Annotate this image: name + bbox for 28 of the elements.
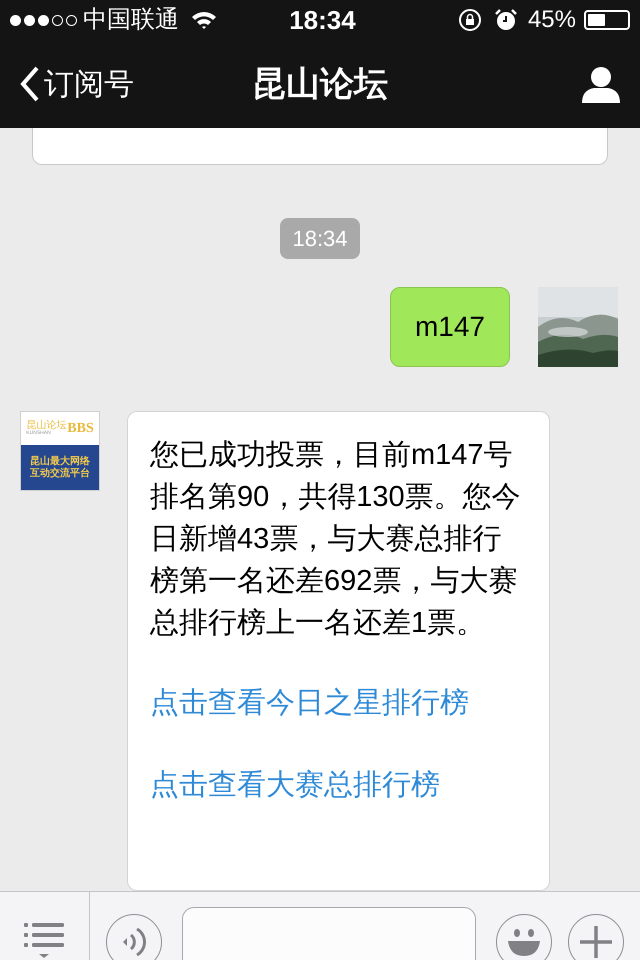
logo-slogan: 互动交流平台 <box>30 468 90 479</box>
battery-icon <box>584 10 630 30</box>
alarm-icon <box>494 8 518 32</box>
message-link[interactable]: 点击查看大赛总排行榜 <box>150 764 527 807</box>
battery-percent: 45% <box>528 5 576 35</box>
profile-icon[interactable] <box>582 65 620 103</box>
rotation-lock-icon <box>458 8 482 32</box>
clock-time: 18:34 <box>289 4 356 36</box>
message-text: 您已成功投票，目前m147号排名第90，共得130票。您今日新增43票，与大赛总排行榜第一名还差692票，与大赛总排行榜上一名还差1票。 <box>150 438 522 641</box>
logo-slogan: 昆山最大网络 <box>30 456 90 467</box>
chevron-left-icon <box>20 66 40 102</box>
wifi-icon <box>191 10 217 30</box>
outgoing-bubble: m147 <box>390 287 510 367</box>
back-button[interactable]: 订阅号 <box>20 62 134 106</box>
add-button[interactable] <box>568 914 624 960</box>
carrier-name: 中国联通 <box>83 5 179 35</box>
message-time: 18:34 <box>280 218 360 259</box>
chat-title: 昆山论坛 <box>252 64 388 104</box>
smiley-icon <box>506 926 542 956</box>
voice-button[interactable] <box>106 914 162 960</box>
message-link[interactable]: 点击查看今日之星排行榜 <box>150 682 527 726</box>
message-input[interactable] <box>182 906 476 960</box>
plus-icon <box>579 924 613 958</box>
logo-text: 昆山论坛 <box>26 421 66 431</box>
sound-wave-icon <box>121 926 147 958</box>
emoji-button[interactable] <box>496 914 552 960</box>
menu-icon[interactable] <box>24 920 66 960</box>
logo-wordmark: BBS <box>67 420 94 438</box>
